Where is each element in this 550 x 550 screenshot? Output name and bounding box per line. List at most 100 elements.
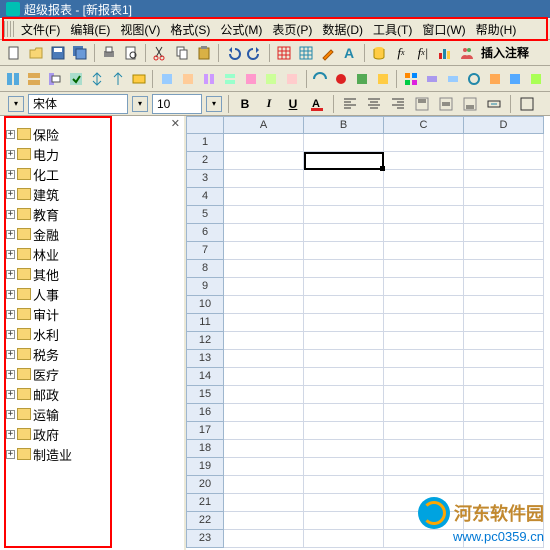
save-all-icon[interactable]: [70, 43, 90, 63]
cell[interactable]: [464, 278, 544, 296]
cell[interactable]: [384, 296, 464, 314]
cell[interactable]: [384, 188, 464, 206]
col-header[interactable]: D: [464, 116, 544, 134]
menu-data[interactable]: 数据(D): [317, 19, 368, 40]
t2-g[interactable]: [130, 69, 149, 89]
tree-item[interactable]: +制造业: [6, 444, 182, 464]
menu-edit[interactable]: 编辑(E): [65, 19, 115, 40]
tree-item[interactable]: +建筑: [6, 184, 182, 204]
cell[interactable]: [304, 296, 384, 314]
row-header[interactable]: 19: [186, 458, 224, 476]
expand-icon[interactable]: +: [6, 330, 15, 339]
cell[interactable]: [224, 134, 304, 152]
cell[interactable]: [224, 350, 304, 368]
people-icon[interactable]: [457, 43, 477, 63]
cell[interactable]: [384, 458, 464, 476]
row-header[interactable]: 20: [186, 476, 224, 494]
undo-icon[interactable]: [223, 43, 243, 63]
col-header[interactable]: A: [224, 116, 304, 134]
menu-file[interactable]: 文件(F): [16, 19, 65, 40]
cell[interactable]: [464, 386, 544, 404]
cell[interactable]: [224, 386, 304, 404]
cell[interactable]: [464, 134, 544, 152]
cell[interactable]: [304, 332, 384, 350]
expand-icon[interactable]: +: [6, 350, 15, 359]
valign-bot-icon[interactable]: [460, 94, 480, 114]
cell[interactable]: [224, 314, 304, 332]
t2-h[interactable]: [157, 69, 176, 89]
row-header[interactable]: 14: [186, 368, 224, 386]
row-header[interactable]: 16: [186, 404, 224, 422]
cell[interactable]: [464, 260, 544, 278]
row-header[interactable]: 9: [186, 278, 224, 296]
cell[interactable]: [464, 476, 544, 494]
cell[interactable]: [464, 242, 544, 260]
row-header[interactable]: 7: [186, 242, 224, 260]
row-header[interactable]: 8: [186, 260, 224, 278]
cell[interactable]: [224, 278, 304, 296]
menu-window[interactable]: 窗口(W): [417, 19, 470, 40]
cell[interactable]: [304, 386, 384, 404]
grid-icon[interactable]: [274, 43, 294, 63]
cell[interactable]: [304, 422, 384, 440]
cell[interactable]: [304, 224, 384, 242]
cut-icon[interactable]: [150, 43, 170, 63]
t2-b[interactable]: [25, 69, 44, 89]
tree-item[interactable]: +林业: [6, 244, 182, 264]
col-header[interactable]: C: [384, 116, 464, 134]
row-header[interactable]: 22: [186, 512, 224, 530]
cell[interactable]: [464, 170, 544, 188]
cell[interactable]: [224, 368, 304, 386]
menu-format[interactable]: 格式(S): [165, 19, 215, 40]
cell[interactable]: [384, 440, 464, 458]
col-header[interactable]: B: [304, 116, 384, 134]
expand-icon[interactable]: +: [6, 430, 15, 439]
cell[interactable]: [384, 422, 464, 440]
open-icon[interactable]: [26, 43, 46, 63]
cell[interactable]: [224, 440, 304, 458]
cell[interactable]: [304, 188, 384, 206]
tree-item[interactable]: +人事: [6, 284, 182, 304]
align-left-icon[interactable]: [340, 94, 360, 114]
cell[interactable]: [384, 152, 464, 170]
cell[interactable]: [304, 152, 384, 170]
t2-d[interactable]: [67, 69, 86, 89]
t2-x[interactable]: [506, 69, 525, 89]
tree-item[interactable]: +邮政: [6, 384, 182, 404]
expand-icon[interactable]: +: [6, 170, 15, 179]
tree-item[interactable]: +医疗: [6, 364, 182, 384]
cell[interactable]: [384, 350, 464, 368]
expand-icon[interactable]: +: [6, 250, 15, 259]
cell[interactable]: [384, 332, 464, 350]
cell[interactable]: [464, 422, 544, 440]
t2-w[interactable]: [485, 69, 504, 89]
font-name-arrow[interactable]: ▾: [132, 96, 148, 112]
expand-icon[interactable]: +: [6, 210, 15, 219]
cell[interactable]: [384, 170, 464, 188]
tree-item[interactable]: +电力: [6, 144, 182, 164]
t2-e[interactable]: [88, 69, 107, 89]
cell[interactable]: [384, 206, 464, 224]
cell[interactable]: [304, 206, 384, 224]
cell[interactable]: [224, 260, 304, 278]
t2-i[interactable]: [178, 69, 197, 89]
cell[interactable]: [224, 296, 304, 314]
draw-icon[interactable]: [318, 43, 338, 63]
tree-item[interactable]: +审计: [6, 304, 182, 324]
font-color-icon[interactable]: A: [307, 94, 327, 114]
cell[interactable]: [304, 476, 384, 494]
menu-help[interactable]: 帮助(H): [471, 19, 522, 40]
cell[interactable]: [304, 170, 384, 188]
cell[interactable]: [384, 278, 464, 296]
cell[interactable]: [304, 404, 384, 422]
cell[interactable]: [304, 314, 384, 332]
row-header[interactable]: 11: [186, 314, 224, 332]
expand-icon[interactable]: +: [6, 450, 15, 459]
cell[interactable]: [384, 134, 464, 152]
row-header[interactable]: 3: [186, 170, 224, 188]
row-header[interactable]: 5: [186, 206, 224, 224]
t2-y[interactable]: [527, 69, 546, 89]
cell[interactable]: [224, 404, 304, 422]
grid2-icon[interactable]: [296, 43, 316, 63]
cell[interactable]: [384, 476, 464, 494]
